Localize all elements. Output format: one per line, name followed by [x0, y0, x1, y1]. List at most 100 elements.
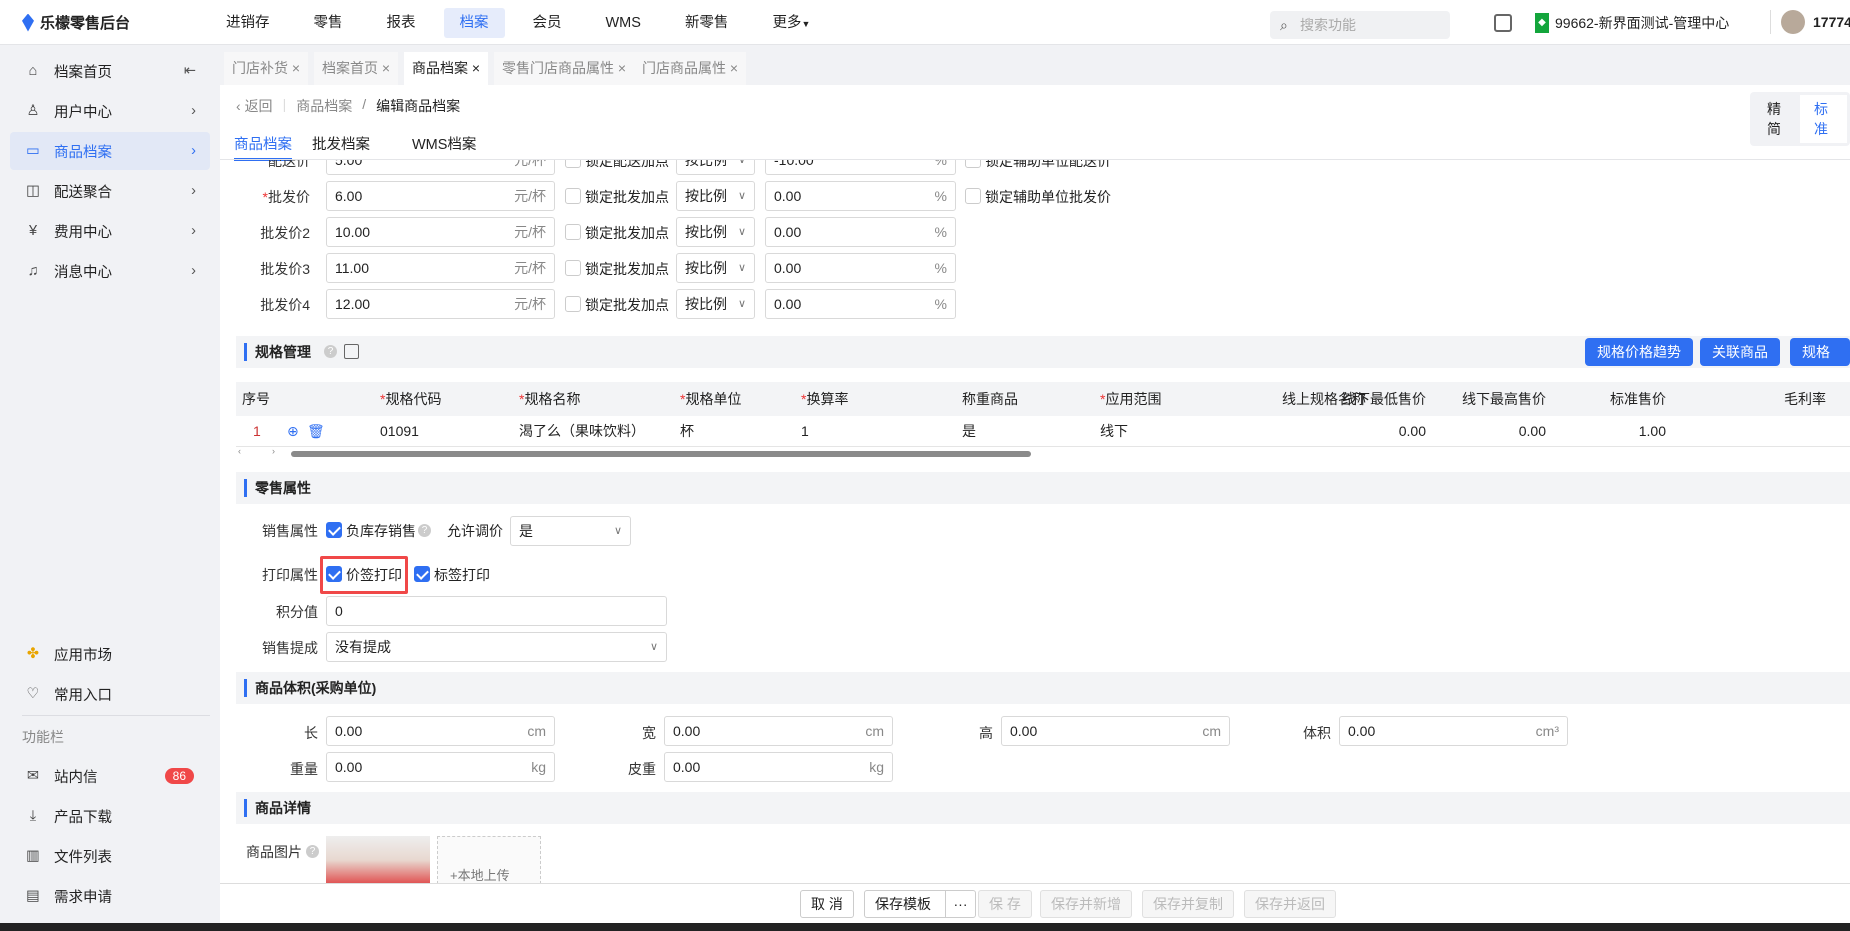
- nav-report[interactable]: 报表: [371, 8, 432, 38]
- column-header[interactable]: *规格名称: [519, 384, 580, 414]
- lock-aux-checkbox[interactable]: [965, 188, 981, 204]
- markup-mode-select[interactable]: 按比例 ∨: [676, 181, 755, 211]
- help-icon[interactable]: ?: [306, 845, 319, 858]
- points-input[interactable]: 0: [326, 596, 667, 626]
- markup-mode-select[interactable]: 按比例 ∨: [676, 160, 755, 175]
- column-header[interactable]: *应用范围: [1100, 384, 1161, 414]
- help-icon[interactable]: ?: [324, 345, 337, 358]
- close-icon[interactable]: ×: [292, 60, 300, 76]
- dimension-input[interactable]: 0.00 kg: [326, 752, 555, 782]
- app-logo[interactable]: 乐檬零售后台: [22, 12, 130, 33]
- tab-retail-store-attr[interactable]: 零售门店商品属性 ×: [494, 52, 635, 85]
- sidebar-item-product-archive[interactable]: ▭ 商品档案 ›: [10, 132, 210, 170]
- upload-button[interactable]: +本地上传: [437, 836, 541, 884]
- add-row-icon[interactable]: ⊕: [287, 416, 299, 446]
- sidebar-item-inbox[interactable]: ✉ 站内信 86: [10, 757, 210, 795]
- dimension-input[interactable]: 0.00 kg: [664, 752, 893, 782]
- dimension-input[interactable]: 0.00 cm: [326, 716, 555, 746]
- price-input[interactable]: 10.00 元/杯: [326, 217, 555, 247]
- column-header[interactable]: *规格单位: [680, 384, 741, 414]
- store-selector[interactable]: ◆ 99662-新界面测试-管理中心: [1535, 13, 1729, 33]
- nav-more[interactable]: 更多▼: [756, 8, 826, 38]
- search-input[interactable]: ⌕ 搜索功能: [1270, 11, 1450, 39]
- markup-mode-select[interactable]: 按比例 ∨: [676, 217, 755, 247]
- price-input[interactable]: 11.00 元/杯: [326, 253, 555, 283]
- column-header[interactable]: 线下最低售价: [1300, 384, 1426, 414]
- nav-archive[interactable]: 档案: [443, 8, 505, 38]
- lock-markup-checkbox[interactable]: [565, 260, 581, 276]
- lock-markup-checkbox[interactable]: [565, 224, 581, 240]
- save-new-button[interactable]: 保存并新增: [1040, 890, 1132, 918]
- product-image[interactable]: [326, 836, 430, 884]
- nav-member[interactable]: 会员: [517, 8, 578, 38]
- markup-percent-input[interactable]: 0.00%: [765, 181, 956, 211]
- close-icon[interactable]: ×: [730, 60, 738, 76]
- breadcrumb-parent[interactable]: 商品档案: [296, 96, 352, 116]
- scroll-right-icon[interactable]: ›: [272, 446, 275, 456]
- more-icon[interactable]: ···: [945, 891, 975, 917]
- subtab-product[interactable]: 商品档案: [234, 133, 292, 161]
- column-header[interactable]: 标准售价: [1540, 384, 1666, 414]
- layout-icon[interactable]: [344, 344, 359, 359]
- save-button[interactable]: 保 存: [978, 890, 1032, 918]
- back-link[interactable]: ‹ 返回: [236, 96, 273, 116]
- sidebar-item-favorites[interactable]: ♡ 常用入口: [10, 675, 210, 713]
- sidebar-item-files[interactable]: ▥ 文件列表: [10, 837, 210, 875]
- nav-wms[interactable]: WMS: [590, 8, 657, 38]
- mode-standard[interactable]: 标准: [1800, 95, 1847, 143]
- commission-select[interactable]: 没有提成 ∨: [326, 632, 667, 662]
- nav-retail[interactable]: 零售: [298, 8, 359, 38]
- subtab-wms[interactable]: WMS档案: [412, 133, 498, 161]
- user-menu[interactable]: 177740: [1770, 10, 1850, 34]
- price-input[interactable]: 6.00 元/杯: [326, 181, 555, 211]
- close-icon[interactable]: ×: [382, 60, 390, 76]
- tab-product-archive[interactable]: 商品档案 ×: [404, 52, 489, 85]
- column-header[interactable]: 线下最高售价: [1420, 384, 1546, 414]
- column-header[interactable]: 称重商品: [962, 384, 1018, 414]
- sidebar-item-messages[interactable]: ♫ 消息中心 ›: [10, 252, 210, 290]
- sidebar-item-delivery[interactable]: ◫ 配送聚合 ›: [10, 172, 210, 210]
- price-input[interactable]: 12.00 元/杯: [326, 289, 555, 319]
- dimension-input[interactable]: 0.00 cm: [1001, 716, 1230, 746]
- dimension-input[interactable]: 0.00 cm³: [1339, 716, 1568, 746]
- save-copy-button[interactable]: 保存并复制: [1142, 890, 1234, 918]
- save-template-button[interactable]: 保存模板 ···: [864, 890, 976, 918]
- spec-options-button[interactable]: 规格选项: [1790, 338, 1850, 388]
- dimension-input[interactable]: 0.00 cm: [664, 716, 893, 746]
- scrollbar-thumb[interactable]: [291, 451, 1031, 457]
- related-products-button[interactable]: 关联商品: [1700, 338, 1780, 366]
- label-print-checkbox[interactable]: [414, 566, 430, 582]
- negative-stock-checkbox[interactable]: [326, 522, 342, 538]
- column-header[interactable]: 序号: [242, 384, 270, 414]
- lock-aux-checkbox[interactable]: [965, 160, 981, 168]
- column-header[interactable]: 毛利率: [1784, 384, 1826, 414]
- price-tag-print-checkbox[interactable]: [326, 566, 342, 582]
- markup-percent-input[interactable]: 0.00%: [765, 217, 956, 247]
- lock-markup-checkbox[interactable]: [565, 296, 581, 312]
- save-back-button[interactable]: 保存并返回: [1244, 890, 1336, 918]
- cancel-button[interactable]: 取 消: [800, 890, 854, 918]
- sidebar-item-download[interactable]: ⤓ 产品下载: [10, 797, 210, 835]
- markup-percent-input[interactable]: -10.00%: [765, 160, 956, 175]
- nav-new-retail[interactable]: 新零售: [669, 8, 745, 38]
- collapse-icon[interactable]: ⇤: [184, 63, 196, 79]
- sidebar-item-app-market[interactable]: ✤ 应用市场: [10, 635, 210, 673]
- close-icon[interactable]: ×: [472, 60, 480, 76]
- sidebar-item-user-center[interactable]: ♙ 用户中心 ›: [10, 92, 210, 130]
- lock-markup-checkbox[interactable]: [565, 160, 581, 168]
- sidebar-item-requests[interactable]: ▤ 需求申请: [10, 877, 210, 915]
- markup-mode-select[interactable]: 按比例 ∨: [676, 253, 755, 283]
- subtab-wholesale[interactable]: 批发档案: [312, 133, 392, 161]
- table-scrollbar[interactable]: ‹ ›: [236, 446, 1850, 458]
- markup-percent-input[interactable]: 0.00%: [765, 253, 956, 283]
- printer-icon[interactable]: [1494, 14, 1512, 32]
- tab-archive-home[interactable]: 档案首页 ×: [314, 52, 399, 85]
- tab-store-replenish[interactable]: 门店补货 ×: [224, 52, 309, 85]
- column-header[interactable]: *规格代码: [380, 384, 441, 414]
- column-header[interactable]: *换算率: [801, 384, 848, 414]
- mode-simple[interactable]: 精简: [1753, 95, 1800, 143]
- spec-price-trend-button[interactable]: 规格价格趋势: [1585, 338, 1693, 366]
- close-icon[interactable]: ×: [618, 60, 626, 76]
- help-icon[interactable]: ?: [418, 524, 431, 537]
- markup-percent-input[interactable]: 0.00%: [765, 289, 956, 319]
